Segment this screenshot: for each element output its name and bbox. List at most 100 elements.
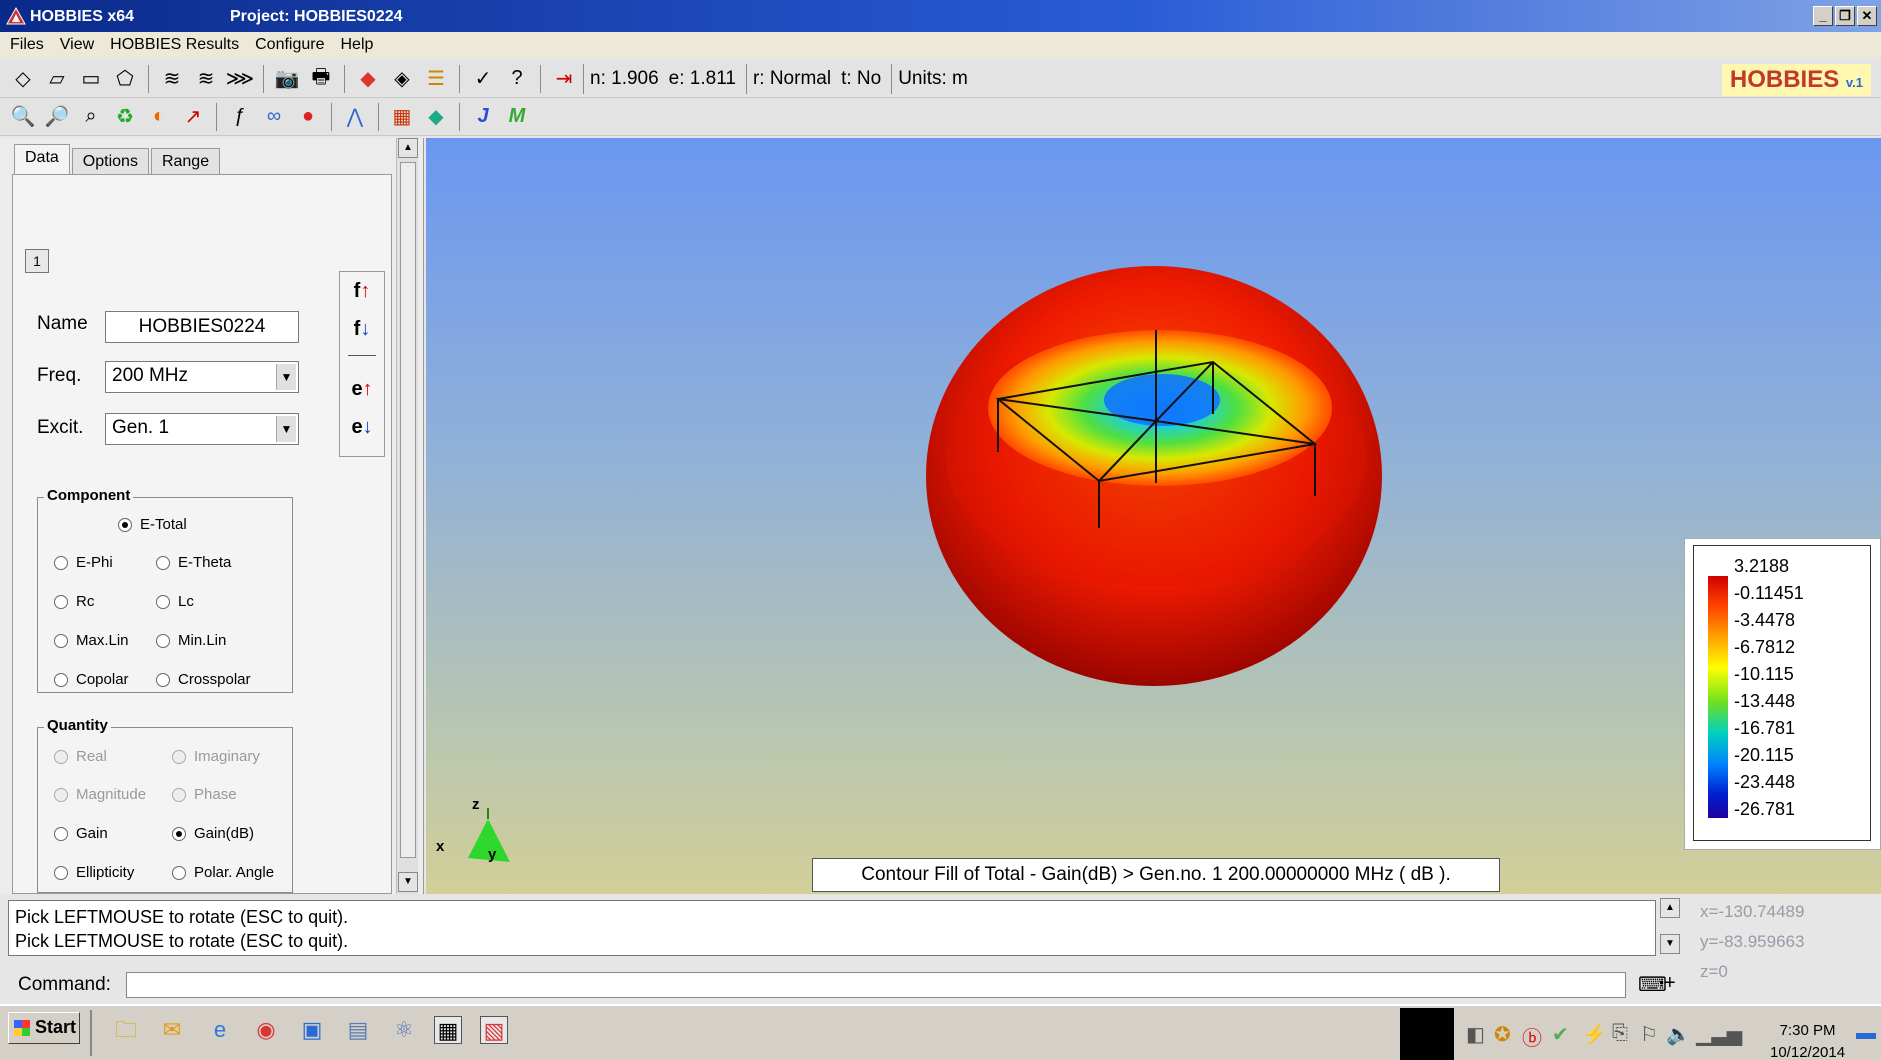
tray-device-icon[interactable]: ◧ <box>1466 1022 1485 1047</box>
start-button[interactable]: Start <box>8 1012 80 1044</box>
radio-max-lin[interactable]: Max.Lin <box>54 632 129 649</box>
tab-data[interactable]: Data <box>14 144 70 176</box>
hobbies-task-icon[interactable]: ▦ <box>434 1016 462 1044</box>
tray-usb-icon[interactable]: ⎘ <box>1612 1022 1628 1045</box>
radio-dot <box>172 749 186 764</box>
layers-icon[interactable]: ☰ <box>421 64 451 94</box>
chevron-down-icon[interactable]: ▼ <box>276 364 296 390</box>
color-palette-icon[interactable]: ◆ <box>353 64 383 94</box>
name-field[interactable]: HOBBIES0224 <box>105 311 299 343</box>
menu-view[interactable]: View <box>60 36 94 54</box>
radio-gain-db[interactable]: Gain(dB) <box>172 825 254 842</box>
radio-polar-angle[interactable]: Polar. Angle <box>172 864 274 881</box>
pointer-arrow-icon[interactable]: ↗ <box>178 102 208 132</box>
mesh-icon[interactable]: ⋙ <box>225 64 255 94</box>
wire-model-2-icon[interactable]: ≋ <box>191 64 221 94</box>
tab-range[interactable]: Range <box>150 148 221 176</box>
rotate-icon[interactable]: ◐ <box>144 102 174 132</box>
excit-select[interactable]: Gen. 1 ▼ <box>105 413 299 445</box>
freq-up-button[interactable]: f↑ <box>340 272 384 310</box>
chrome-icon[interactable]: ◉ <box>252 1016 280 1044</box>
shapes-icon[interactable]: ◈ <box>387 64 417 94</box>
print-icon[interactable]: 🖶 <box>306 64 336 94</box>
zoom-in-icon[interactable]: 🔍 <box>8 102 38 132</box>
crosshair-icon[interactable]: + <box>1664 972 1676 995</box>
zoom-fit-icon[interactable]: ⌕ <box>76 102 106 132</box>
contour-2d-icon[interactable]: ▦ <box>387 102 417 132</box>
close-button[interactable]: ✕ <box>1857 6 1877 26</box>
menu-hobbies-results[interactable]: HOBBIES Results <box>110 36 239 54</box>
app-task-icon[interactable]: ▧ <box>480 1016 508 1044</box>
zoom-out-icon[interactable]: 🔎 <box>42 102 72 132</box>
tray-beats-icon[interactable]: ⓑ <box>1522 1022 1542 1051</box>
panel-scrollbar[interactable]: ▲ ▼ <box>396 138 418 894</box>
new-file-icon[interactable]: ◇ <box>8 64 38 94</box>
message-scrollbar[interactable]: ▲ ▼ <box>1660 898 1682 958</box>
menu-help[interactable]: Help <box>340 36 373 54</box>
chevron-down-icon[interactable]: ▼ <box>276 416 296 442</box>
recycle-icon[interactable]: ♻ <box>110 102 140 132</box>
remote-desktop-icon[interactable]: ▣ <box>298 1016 326 1044</box>
open-file-icon[interactable]: ▱ <box>42 64 72 94</box>
signal-plot-icon[interactable]: ⋀ <box>340 102 370 132</box>
camera-icon[interactable]: 📷 <box>272 64 302 94</box>
minimize-button[interactable]: _ <box>1813 6 1833 26</box>
menu-configure[interactable]: Configure <box>255 36 324 54</box>
excit-down-button[interactable]: e↓ <box>340 408 384 446</box>
surface-3d-icon[interactable]: ◆ <box>421 102 451 132</box>
calculator-icon[interactable]: ▤ <box>344 1016 372 1044</box>
radio-crosspolar[interactable]: Crosspolar <box>156 671 251 688</box>
3d-pattern-icon[interactable]: ● <box>293 102 323 132</box>
plot-2d-icon[interactable]: ƒ <box>225 102 255 132</box>
toolbar-separator <box>459 102 460 131</box>
scroll-up-icon[interactable]: ▲ <box>398 138 418 158</box>
tab-options[interactable]: Options <box>71 148 149 176</box>
radio-min-lin[interactable]: Min.Lin <box>156 632 226 649</box>
scroll-up-icon[interactable]: ▲ <box>1660 898 1680 918</box>
show-desktop-icon[interactable]: ▬ <box>1856 1022 1876 1045</box>
tray-volume-icon[interactable]: 🔈 <box>1666 1022 1691 1047</box>
radio-e-phi[interactable]: E-Phi <box>54 554 113 571</box>
radio-e-total[interactable]: E-Total <box>118 516 187 533</box>
help-icon[interactable]: ? <box>502 64 532 94</box>
wire-model-icon[interactable]: ≋ <box>157 64 187 94</box>
scroll-thumb[interactable] <box>400 162 416 858</box>
current-m-icon[interactable]: M <box>502 102 532 132</box>
keyboard-icon[interactable]: ⌨ <box>1638 972 1667 997</box>
tray-power-icon[interactable]: ⚡ <box>1582 1022 1607 1047</box>
network-icon[interactable]: ⚛ <box>390 1016 418 1044</box>
radio-copolar[interactable]: Copolar <box>54 671 129 688</box>
freq-select[interactable]: 200 MHz ▼ <box>105 361 299 393</box>
polar-plot-icon[interactable]: ∞ <box>259 102 289 132</box>
radio-lc[interactable]: Lc <box>156 593 194 610</box>
tray-check-icon[interactable]: ✔ <box>1552 1022 1569 1047</box>
radiation-pattern-view[interactable] <box>426 138 1881 894</box>
file-explorer-icon[interactable]: 🗀 <box>112 1016 140 1044</box>
radio-e-theta[interactable]: E-Theta <box>156 554 231 571</box>
internet-explorer-icon[interactable]: e <box>206 1016 234 1044</box>
tray-flag-icon[interactable]: ⚐ <box>1640 1022 1658 1047</box>
subtab-1[interactable]: 1 <box>25 249 49 273</box>
menu-files[interactable]: Files <box>10 36 44 54</box>
scroll-down-icon[interactable]: ▼ <box>1660 934 1680 954</box>
radio-rc[interactable]: Rc <box>54 593 94 610</box>
command-input[interactable] <box>126 972 1626 998</box>
tray-signal-icon[interactable]: ▁▃▅ <box>1696 1022 1742 1047</box>
radio-label: E-Phi <box>76 554 113 571</box>
open-folder-icon[interactable]: ▭ <box>76 64 106 94</box>
excit-up-button[interactable]: e↑ <box>340 370 384 408</box>
scroll-down-icon[interactable]: ▼ <box>398 872 418 892</box>
restore-button[interactable]: ❐ <box>1835 6 1855 26</box>
system-clock[interactable]: 7:30 PM 10/12/2014 <box>1770 1020 1845 1060</box>
freq-down-button[interactable]: f↓ <box>340 310 384 348</box>
settings-check-icon[interactable]: ✓ <box>468 64 498 94</box>
mail-icon[interactable]: ✉ <box>158 1016 186 1044</box>
current-j-icon[interactable]: J <box>468 102 498 132</box>
radio-gain[interactable]: Gain <box>54 825 108 842</box>
tray-app-icon[interactable]: ✪ <box>1494 1022 1511 1047</box>
radio-dot <box>54 749 68 764</box>
save-icon[interactable]: ⬠ <box>110 64 140 94</box>
radio-ellipticity[interactable]: Ellipticity <box>54 864 134 881</box>
3d-viewport[interactable]: z x y <box>426 138 1881 894</box>
exit-icon[interactable]: ⇥ <box>549 64 579 94</box>
